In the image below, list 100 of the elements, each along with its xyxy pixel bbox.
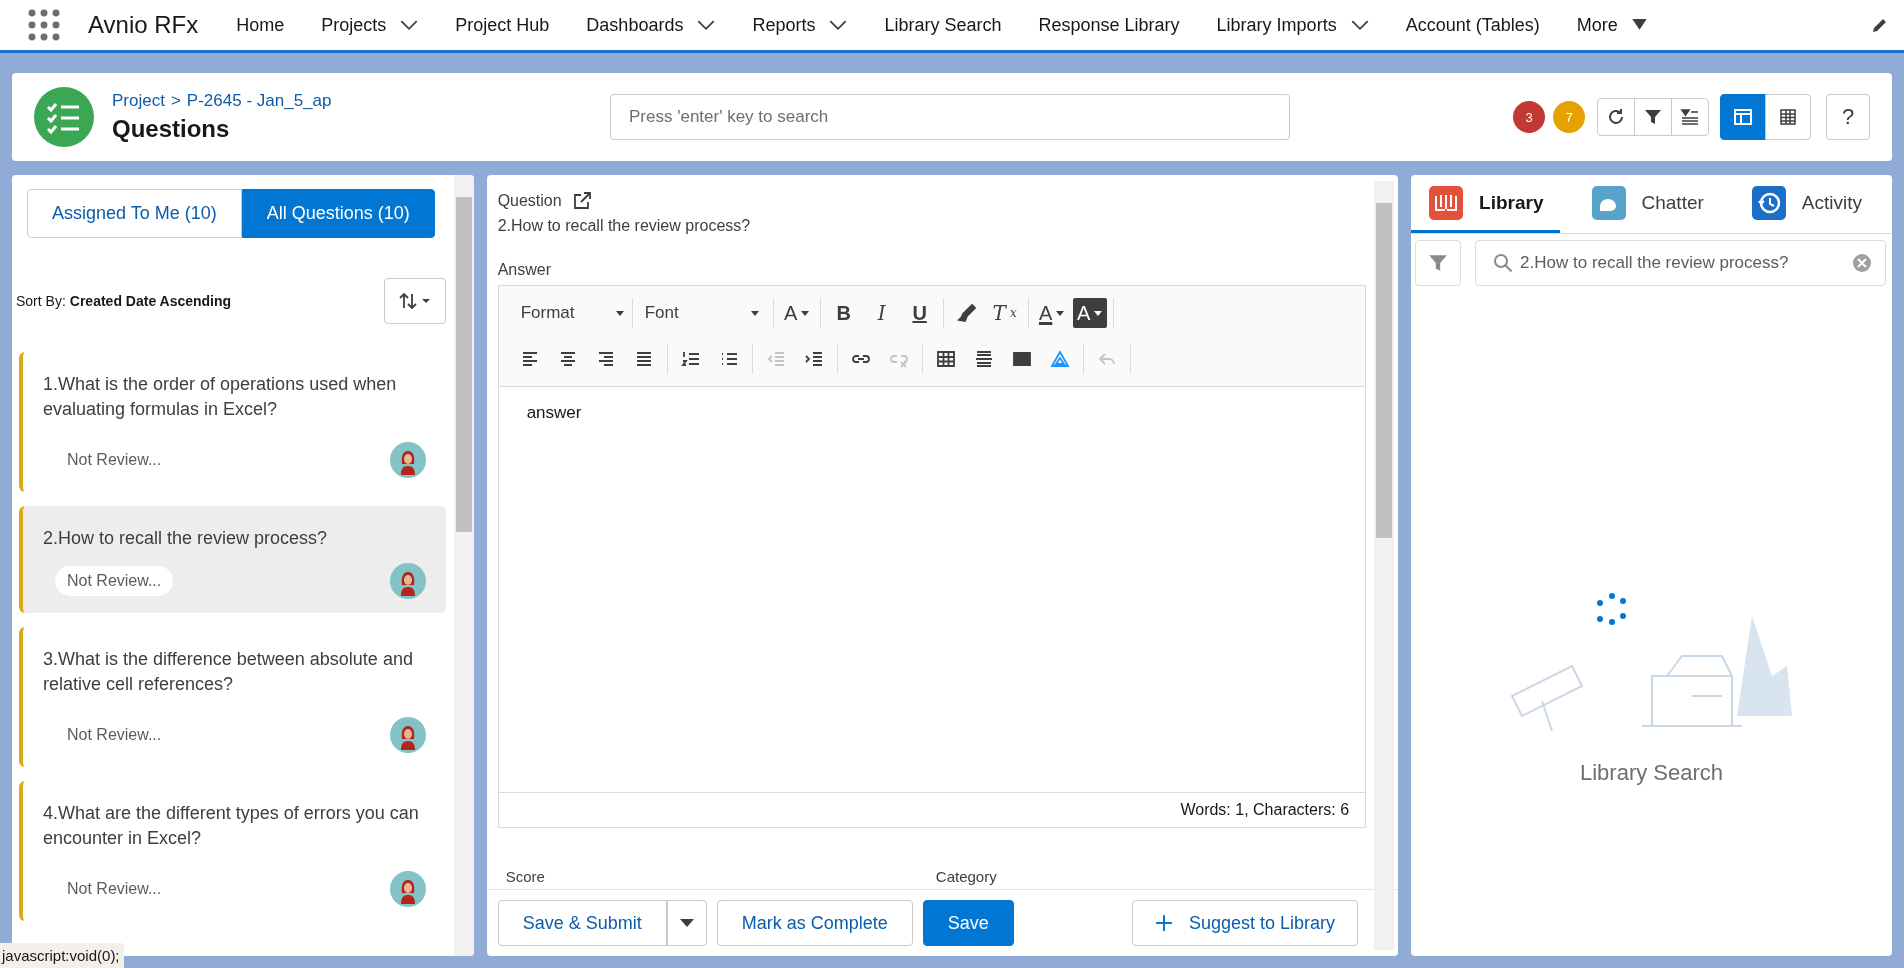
save-submit-button[interactable]: Save & Submit (497, 900, 667, 946)
underline-button[interactable]: U (902, 298, 937, 328)
italic-button[interactable]: I (864, 298, 899, 328)
numbered-list-icon[interactable] (680, 349, 701, 369)
nav-tab[interactable]: Library Search (884, 14, 1002, 36)
question-text: 3.What is the difference between absolute and relative cell references? (43, 648, 414, 696)
plus-icon[interactable] (1155, 914, 1173, 932)
chevron-down-icon[interactable] (400, 19, 419, 31)
toolbar-dropdown[interactable]: Font (636, 298, 767, 328)
caret-icon[interactable] (1631, 19, 1647, 31)
external-link-icon[interactable] (571, 191, 592, 211)
checklist-icon (34, 87, 94, 147)
question-text: 1.What is the order of operations used when evaluating formulas in Excel? (43, 373, 398, 421)
clear-icon[interactable] (1852, 253, 1872, 273)
nav-tab[interactable]: Dashboards (586, 14, 716, 36)
nav-tab[interactable]: Response Library (1038, 14, 1180, 36)
sort-button[interactable] (383, 278, 446, 324)
book-icon[interactable] (1429, 185, 1464, 220)
avatar-icon (389, 717, 426, 753)
answer-label: Answer (497, 261, 552, 279)
panel-tab[interactable]: Chatter (1573, 175, 1720, 233)
status-label: Not Review... (66, 879, 163, 899)
caret-icon[interactable] (679, 919, 694, 927)
status-bar: javascript:void(0); (0, 943, 124, 968)
chat-bubble-icon[interactable] (1591, 185, 1626, 220)
question-card[interactable]: 4.What are the different types of errors you can encounter in Excel? Not Review... (19, 781, 446, 921)
nav-tab[interactable]: Home (236, 14, 285, 36)
filter-tab[interactable]: Assigned To Me (10) (27, 189, 242, 238)
question-card[interactable]: 1.What is the order of operations used when evaluating formulas in Excel? Not Review... (19, 352, 446, 492)
help-button[interactable]: ? (1826, 94, 1870, 140)
horizontal-lines-icon[interactable] (973, 349, 994, 369)
status-label: Not Review... (66, 450, 163, 470)
table-view-button[interactable] (1765, 94, 1811, 140)
filter-icon[interactable] (1643, 107, 1663, 127)
count-badge: 7 (1553, 101, 1585, 133)
count-badge: 3 (1513, 101, 1545, 133)
nav-tab[interactable]: Account (Tables) (1405, 14, 1540, 36)
caret-icon[interactable] (801, 310, 810, 316)
image-icon[interactable] (1011, 349, 1032, 369)
history-icon[interactable] (1751, 185, 1786, 220)
app-launcher-icon[interactable] (28, 9, 60, 41)
save-button[interactable]: Save (922, 900, 1014, 946)
filter-tab[interactable]: All Questions (10) (241, 189, 435, 238)
panel-tab[interactable]: Activity (1733, 175, 1878, 233)
indent-icon[interactable] (803, 349, 824, 369)
word-count: Words: 1, Characters: 6 (1180, 801, 1350, 819)
nav-tab[interactable]: More (1576, 14, 1647, 36)
bold-button[interactable]: B (826, 298, 861, 328)
caret-icon[interactable] (1056, 310, 1065, 316)
triangle-icon[interactable] (1049, 349, 1070, 369)
field-label: Category (935, 868, 998, 885)
filter-button[interactable] (1634, 98, 1672, 136)
caret-icon[interactable] (1094, 310, 1103, 316)
empty-state-caption: Library Search (1580, 760, 1724, 786)
scrollbar[interactable] (1374, 181, 1395, 950)
list-button[interactable] (1671, 98, 1709, 136)
question-text: 2.How to recall the review process? (43, 527, 329, 550)
question-card[interactable]: 3.What is the difference between absolute and relative cell references? Not Review... (19, 627, 446, 767)
avatar-icon (389, 442, 426, 478)
toolbar-dropdown[interactable]: Format (512, 298, 633, 328)
sort-value: Created Date Ascending (69, 293, 232, 309)
glyph-menu-button[interactable]: A (779, 298, 814, 328)
chevron-down-icon[interactable] (1350, 19, 1369, 31)
answer-text: answer (526, 403, 583, 423)
nav-tab[interactable]: Projects (321, 14, 419, 36)
layout-icon[interactable] (1733, 107, 1753, 127)
refresh-button[interactable] (1597, 98, 1635, 136)
scrollbar[interactable] (453, 175, 474, 956)
breadcrumb-link[interactable]: Project (112, 91, 165, 111)
paintbrush-icon[interactable] (956, 303, 977, 323)
page-title: Questions (112, 115, 231, 143)
refresh-icon[interactable] (1606, 107, 1626, 127)
question-card[interactable]: 2.How to recall the review process? Not Review... (19, 506, 446, 613)
list-icon[interactable] (1680, 107, 1700, 127)
nav-tab[interactable]: Reports (752, 14, 848, 36)
answer-text-area[interactable]: answer (498, 387, 1366, 793)
panel-tab[interactable]: Library (1411, 175, 1560, 233)
nav-tab[interactable]: Project Hub (455, 14, 550, 36)
text-color-button[interactable]: A (1034, 298, 1069, 328)
breadcrumb-separator: > (170, 91, 181, 111)
bg-color-button[interactable]: A (1072, 298, 1107, 328)
sort-icon[interactable] (397, 291, 432, 311)
avatar-icon (389, 871, 426, 907)
question-label: Question (497, 192, 562, 210)
card-view-button[interactable] (1720, 94, 1766, 140)
search-field[interactable]: Press 'enter' key to search (610, 94, 1290, 140)
complete-button[interactable]: Mark as Complete (716, 900, 913, 946)
caret-icon[interactable] (750, 310, 759, 316)
chevron-down-icon[interactable] (829, 19, 848, 31)
nav-tab[interactable]: Library Imports (1216, 14, 1369, 36)
breadcrumb-link[interactable]: P-2645 - Jan_5_ap (186, 91, 332, 111)
chevron-down-icon[interactable] (697, 19, 716, 31)
table-icon[interactable] (1778, 107, 1798, 127)
dropdown-button[interactable] (666, 900, 707, 946)
sort-label: Sort By: (16, 293, 66, 309)
table-icon[interactable] (935, 349, 956, 369)
avatar-icon (389, 563, 426, 599)
caret-icon[interactable] (615, 310, 624, 316)
suggest-button[interactable]: Suggest to Library (1132, 900, 1359, 946)
library-search-field[interactable]: 2.How to recall the review process? (1475, 240, 1886, 286)
